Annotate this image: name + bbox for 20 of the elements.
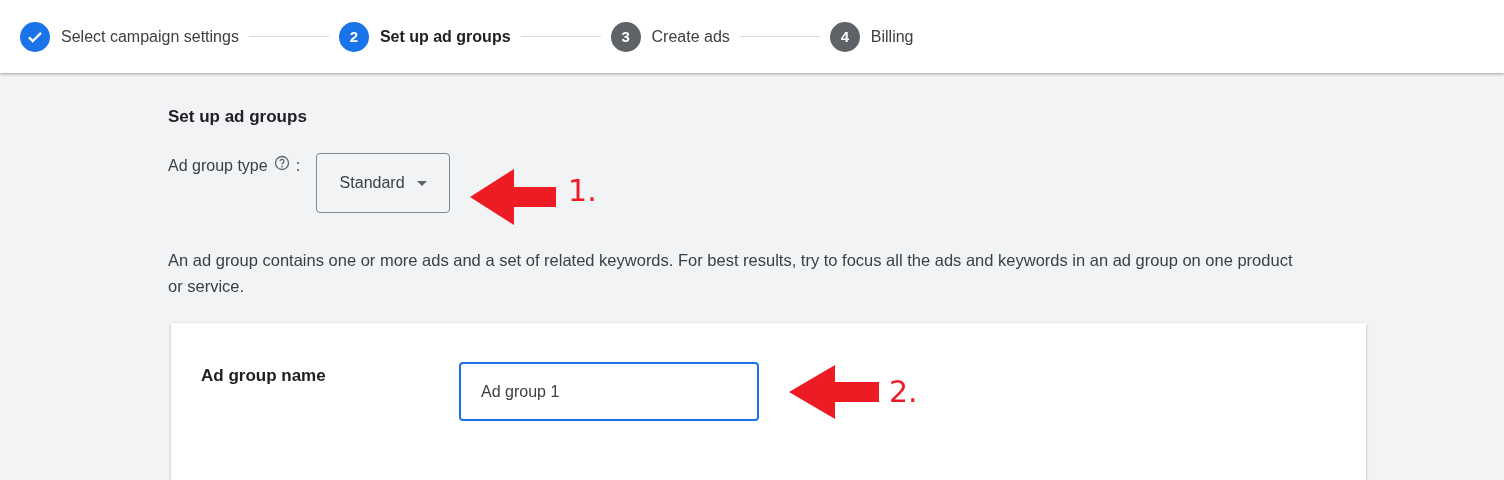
field-label: Ad group type [168, 157, 268, 175]
step-label[interactable]: Billing [870, 27, 914, 46]
colon: : [295, 157, 301, 175]
step-number: 4 [829, 21, 860, 52]
help-icon[interactable] [273, 155, 290, 171]
step-number: 2 [338, 21, 369, 52]
arrow-icon [470, 169, 557, 225]
step-label[interactable]: Create ads [651, 27, 730, 46]
caret-icon [416, 180, 427, 186]
step-label[interactable]: Select campaign settings [61, 27, 239, 46]
field-label: Ad group name [201, 366, 327, 386]
type-dropdown[interactable]: Standard [316, 153, 451, 213]
arrow-icon [789, 365, 879, 419]
section-title: Set up ad groups [168, 107, 308, 127]
name-input[interactable]: Ad group 1 [459, 362, 759, 421]
annotation-label: 2. [889, 374, 918, 409]
step-label[interactable]: Set up ad groups [379, 27, 511, 46]
annotation-label: 1. [568, 173, 597, 208]
step-number: 3 [610, 21, 641, 52]
description-text: An ad group contains one or more ads and a set of related keywords. For best results, try to focus all the ads and keywords in an ad group on one product or service. [168, 250, 1293, 297]
